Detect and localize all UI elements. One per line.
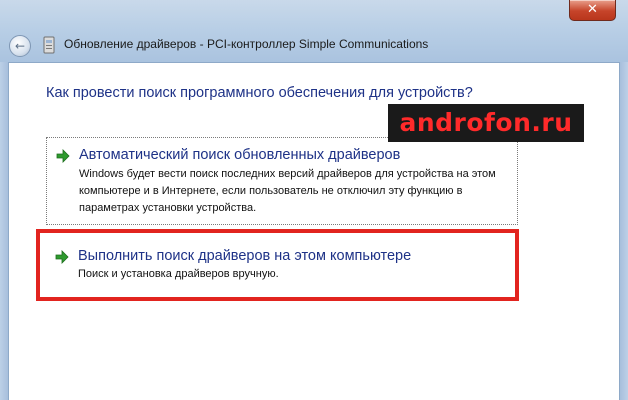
title-bar bbox=[0, 0, 628, 63]
back-arrow-icon: ← bbox=[14, 39, 26, 53]
highlight-frame bbox=[36, 229, 519, 301]
window-frame-left bbox=[0, 62, 9, 400]
green-arrow-icon bbox=[56, 149, 70, 163]
watermark-logo: androfon.ru bbox=[388, 104, 584, 142]
close-button[interactable]: ✕ bbox=[569, 0, 616, 21]
page-heading: Как провести поиск программного обеспече… bbox=[46, 85, 473, 101]
option-auto-search[interactable]: Автоматический поиск обновленных драйвер… bbox=[46, 137, 518, 225]
option-description: Windows будет вести поиск последних верс… bbox=[79, 168, 496, 214]
window-title: Обновление драйверов - PCI-контроллер Si… bbox=[64, 37, 429, 51]
option-title: Автоматический поиск обновленных драйвер… bbox=[79, 147, 401, 163]
window-frame-right bbox=[619, 62, 628, 400]
close-icon: ✕ bbox=[587, 2, 598, 17]
device-icon bbox=[43, 36, 55, 54]
back-button[interactable]: ← bbox=[9, 35, 31, 57]
